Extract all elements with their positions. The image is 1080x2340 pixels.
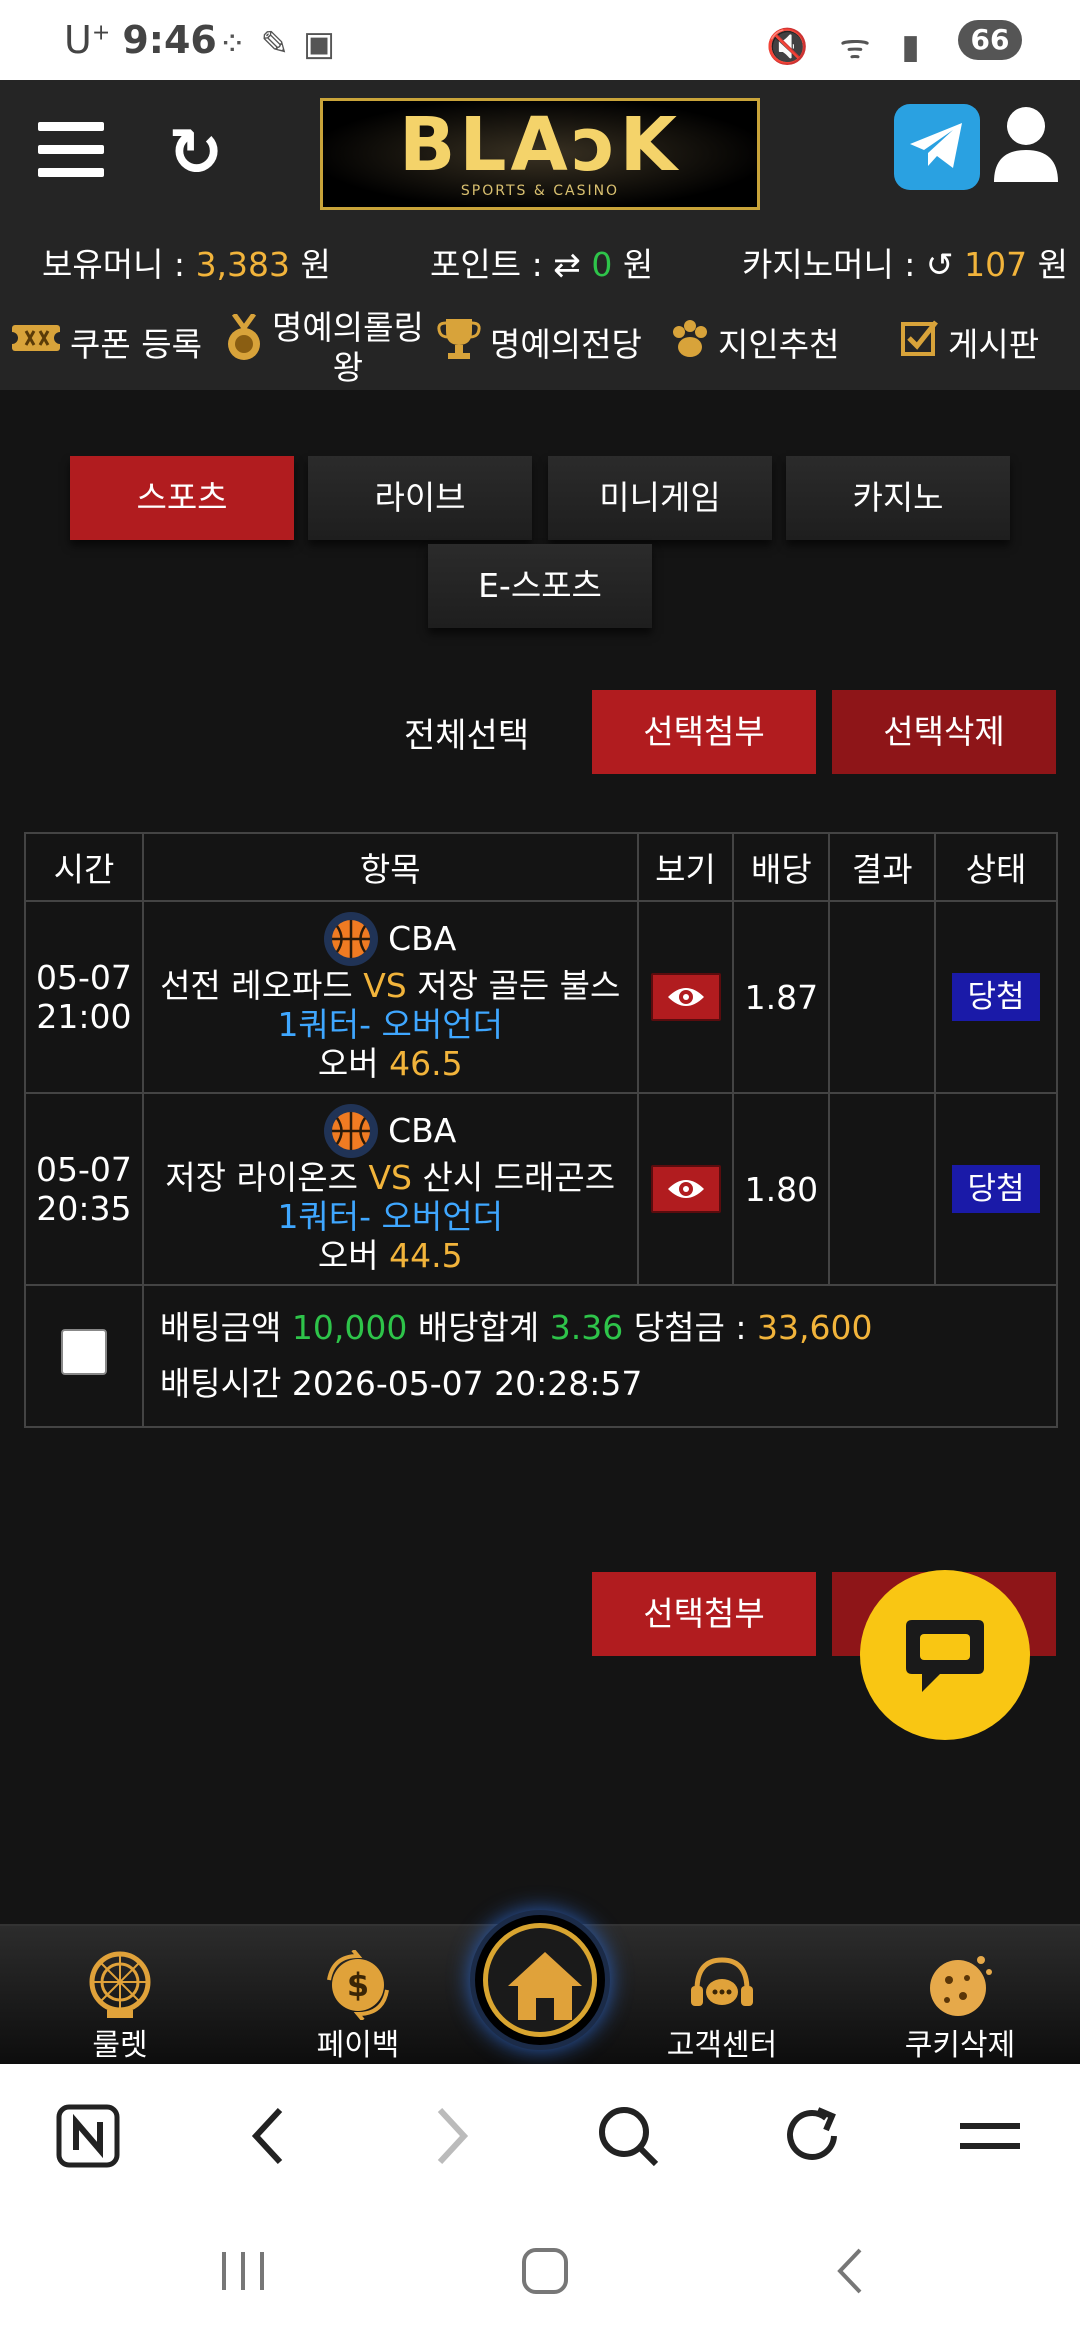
- bet-history-table: 시간 항목 보기 배당 결과 상태 05-07 21:00 CBA 선전 레오파드…: [24, 832, 1059, 1428]
- row-match: CBA 선전 레오파드 VS 저장 골든 불스 1쿼터- 오버언더 오버 46.…: [141, 900, 639, 1094]
- reload-icon[interactable]: ↺: [926, 245, 954, 284]
- system-icons: 🔇 ᯤ ▮: [766, 27, 930, 67]
- logo-subtitle: SPORTS & CASINO: [460, 183, 620, 199]
- table-row: 05-07 21:00 CBA 선전 레오파드 VS 저장 골든 불스 1쿼터- …: [24, 900, 1058, 1094]
- row-result: [828, 900, 937, 1094]
- browser-toolbar: [0, 2064, 1080, 2204]
- select-all-button[interactable]: 전체선택: [404, 708, 529, 757]
- back-nav-icon[interactable]: [830, 2246, 870, 2300]
- tab-live[interactable]: 라이브: [308, 456, 532, 540]
- nav-board[interactable]: 게시판: [900, 302, 1039, 382]
- quick-nav: 쿠폰 등록 명예의롤링 왕 명예의전당 지인추천 게시판: [0, 302, 1080, 387]
- svg-text:$: $: [347, 1966, 369, 2004]
- row-odds: 1.87: [732, 900, 831, 1094]
- ticket-icon: [6, 321, 66, 363]
- summary-row: 배팅금액 10,000 배당합계 3.36 당첨금 : 33,600 배팅시간 …: [24, 1284, 1059, 1428]
- checklist-icon: [900, 318, 940, 366]
- home-nav-icon[interactable]: [520, 2246, 570, 2300]
- nav-honor-rolling[interactable]: 명예의롤링 왕: [224, 302, 424, 387]
- naver-icon[interactable]: [56, 2104, 120, 2172]
- status-badge: 당첨: [952, 973, 1041, 1021]
- row-checkbox-cell: [24, 1284, 144, 1428]
- notification-icons: ⁘✎▣: [218, 24, 350, 64]
- user-icon[interactable]: [992, 106, 1060, 184]
- status-bar: U+ 9:46 ⁘✎▣ 🔇 ᯤ ▮ 66: [0, 0, 1080, 80]
- carrier-time: U+ 9:46: [64, 18, 217, 62]
- delete-selected-button[interactable]: 선택삭제: [832, 690, 1056, 774]
- basketball-icon: [324, 1103, 379, 1158]
- bet-checkbox[interactable]: [60, 1329, 107, 1375]
- medal-icon: [224, 312, 264, 370]
- attach-selected-button[interactable]: 선택첨부: [592, 690, 816, 774]
- trophy-icon: [436, 315, 482, 369]
- app-payback[interactable]: $ 페이백: [278, 1936, 438, 2064]
- row-datetime: 05-07 20:35: [24, 1092, 144, 1286]
- chat-button[interactable]: [860, 1570, 1030, 1740]
- chat-bubble-icon: [906, 1620, 984, 1692]
- app-roulette[interactable]: 룰렛: [40, 1936, 200, 2064]
- row-datetime: 05-07 21:00: [24, 900, 144, 1094]
- point-balance: 포인트 : ⇄ 0 원: [430, 245, 654, 284]
- header-odds: 배당: [732, 832, 831, 902]
- header-result: 결과: [828, 832, 937, 902]
- view-button[interactable]: [650, 1165, 721, 1213]
- row-odds: 1.80: [732, 1092, 831, 1286]
- header-status: 상태: [934, 832, 1058, 902]
- header-item: 항목: [141, 832, 639, 902]
- header-view: 보기: [636, 832, 735, 902]
- nav-hall-of-fame[interactable]: 명예의전당: [436, 302, 642, 382]
- casino-balance: 카지노머니 : ↺ 107 원: [742, 245, 1068, 284]
- headset-icon: [642, 1936, 802, 2020]
- app-cookie-delete[interactable]: 쿠키삭제: [880, 1936, 1040, 2064]
- header-time: 시간: [24, 832, 144, 902]
- system-navigation: [0, 2204, 1080, 2340]
- nav-referral[interactable]: 지인추천: [670, 302, 839, 382]
- status-badge: 당첨: [952, 1165, 1041, 1213]
- payback-icon: $: [278, 1936, 438, 2020]
- roulette-icon: [40, 1936, 200, 2020]
- row-view: [636, 1092, 735, 1286]
- table-row: 05-07 20:35 CBA 저장 라이온즈 VS 산시 드래곤즈 1쿼터- 오…: [24, 1092, 1058, 1286]
- recent-apps-icon[interactable]: [218, 2246, 268, 2300]
- table-header-row: 시간 항목 보기 배당 결과 상태: [24, 832, 1058, 902]
- bet-summary: 배팅금액 10,000 배당합계 3.36 당첨금 : 33,600 배팅시간 …: [141, 1284, 1059, 1428]
- tab-casino[interactable]: 카지노: [786, 456, 1010, 540]
- cookie-icon: [880, 1936, 1040, 2020]
- search-icon[interactable]: [596, 2104, 660, 2172]
- home-icon: [508, 1952, 582, 2020]
- site-header: ↻ BLAɔK SPORTS & CASINO 보유머니 : 3,383 원 포…: [0, 80, 1080, 390]
- balance-row: 보유머니 : 3,383 원 포인트 : ⇄ 0 원 카지노머니 : ↺ 107…: [0, 238, 1080, 284]
- tab-minigame[interactable]: 미니게임: [548, 456, 772, 540]
- row-match: CBA 저장 라이온즈 VS 산시 드래곤즈 1쿼터- 오버언더 오버 44.5: [141, 1092, 639, 1286]
- exchange-icon[interactable]: ⇄: [553, 245, 581, 284]
- attach-selected-bottom-button[interactable]: 선택첨부: [592, 1572, 816, 1656]
- basketball-icon: [324, 911, 379, 966]
- app-customer-center[interactable]: 고객센터: [642, 1936, 802, 2064]
- nav-coupon[interactable]: 쿠폰 등록: [6, 302, 202, 382]
- row-status: 당첨: [934, 1092, 1058, 1286]
- reload-icon[interactable]: [780, 2104, 844, 2172]
- view-button[interactable]: [650, 973, 721, 1021]
- row-status: 당첨: [934, 900, 1058, 1094]
- row-view: [636, 900, 735, 1094]
- browser-menu-icon[interactable]: [958, 2104, 1022, 2172]
- battery-icon: 66: [958, 20, 1022, 60]
- forward-icon[interactable]: [432, 2104, 472, 2172]
- logo-text: BLAɔK: [398, 102, 682, 188]
- telegram-icon[interactable]: [894, 104, 980, 190]
- row-result: [828, 1092, 937, 1286]
- site-logo[interactable]: BLAɔK SPORTS & CASINO: [320, 98, 760, 210]
- tab-sports[interactable]: 스포츠: [70, 456, 294, 540]
- tab-esports[interactable]: E-스포츠: [428, 544, 652, 628]
- refresh-icon[interactable]: ↻: [168, 114, 223, 191]
- paw-icon: [670, 318, 710, 366]
- menu-icon[interactable]: [38, 122, 104, 178]
- money-balance: 보유머니 : 3,383 원: [42, 245, 331, 284]
- back-icon[interactable]: [248, 2104, 288, 2172]
- home-button[interactable]: [470, 1910, 610, 2050]
